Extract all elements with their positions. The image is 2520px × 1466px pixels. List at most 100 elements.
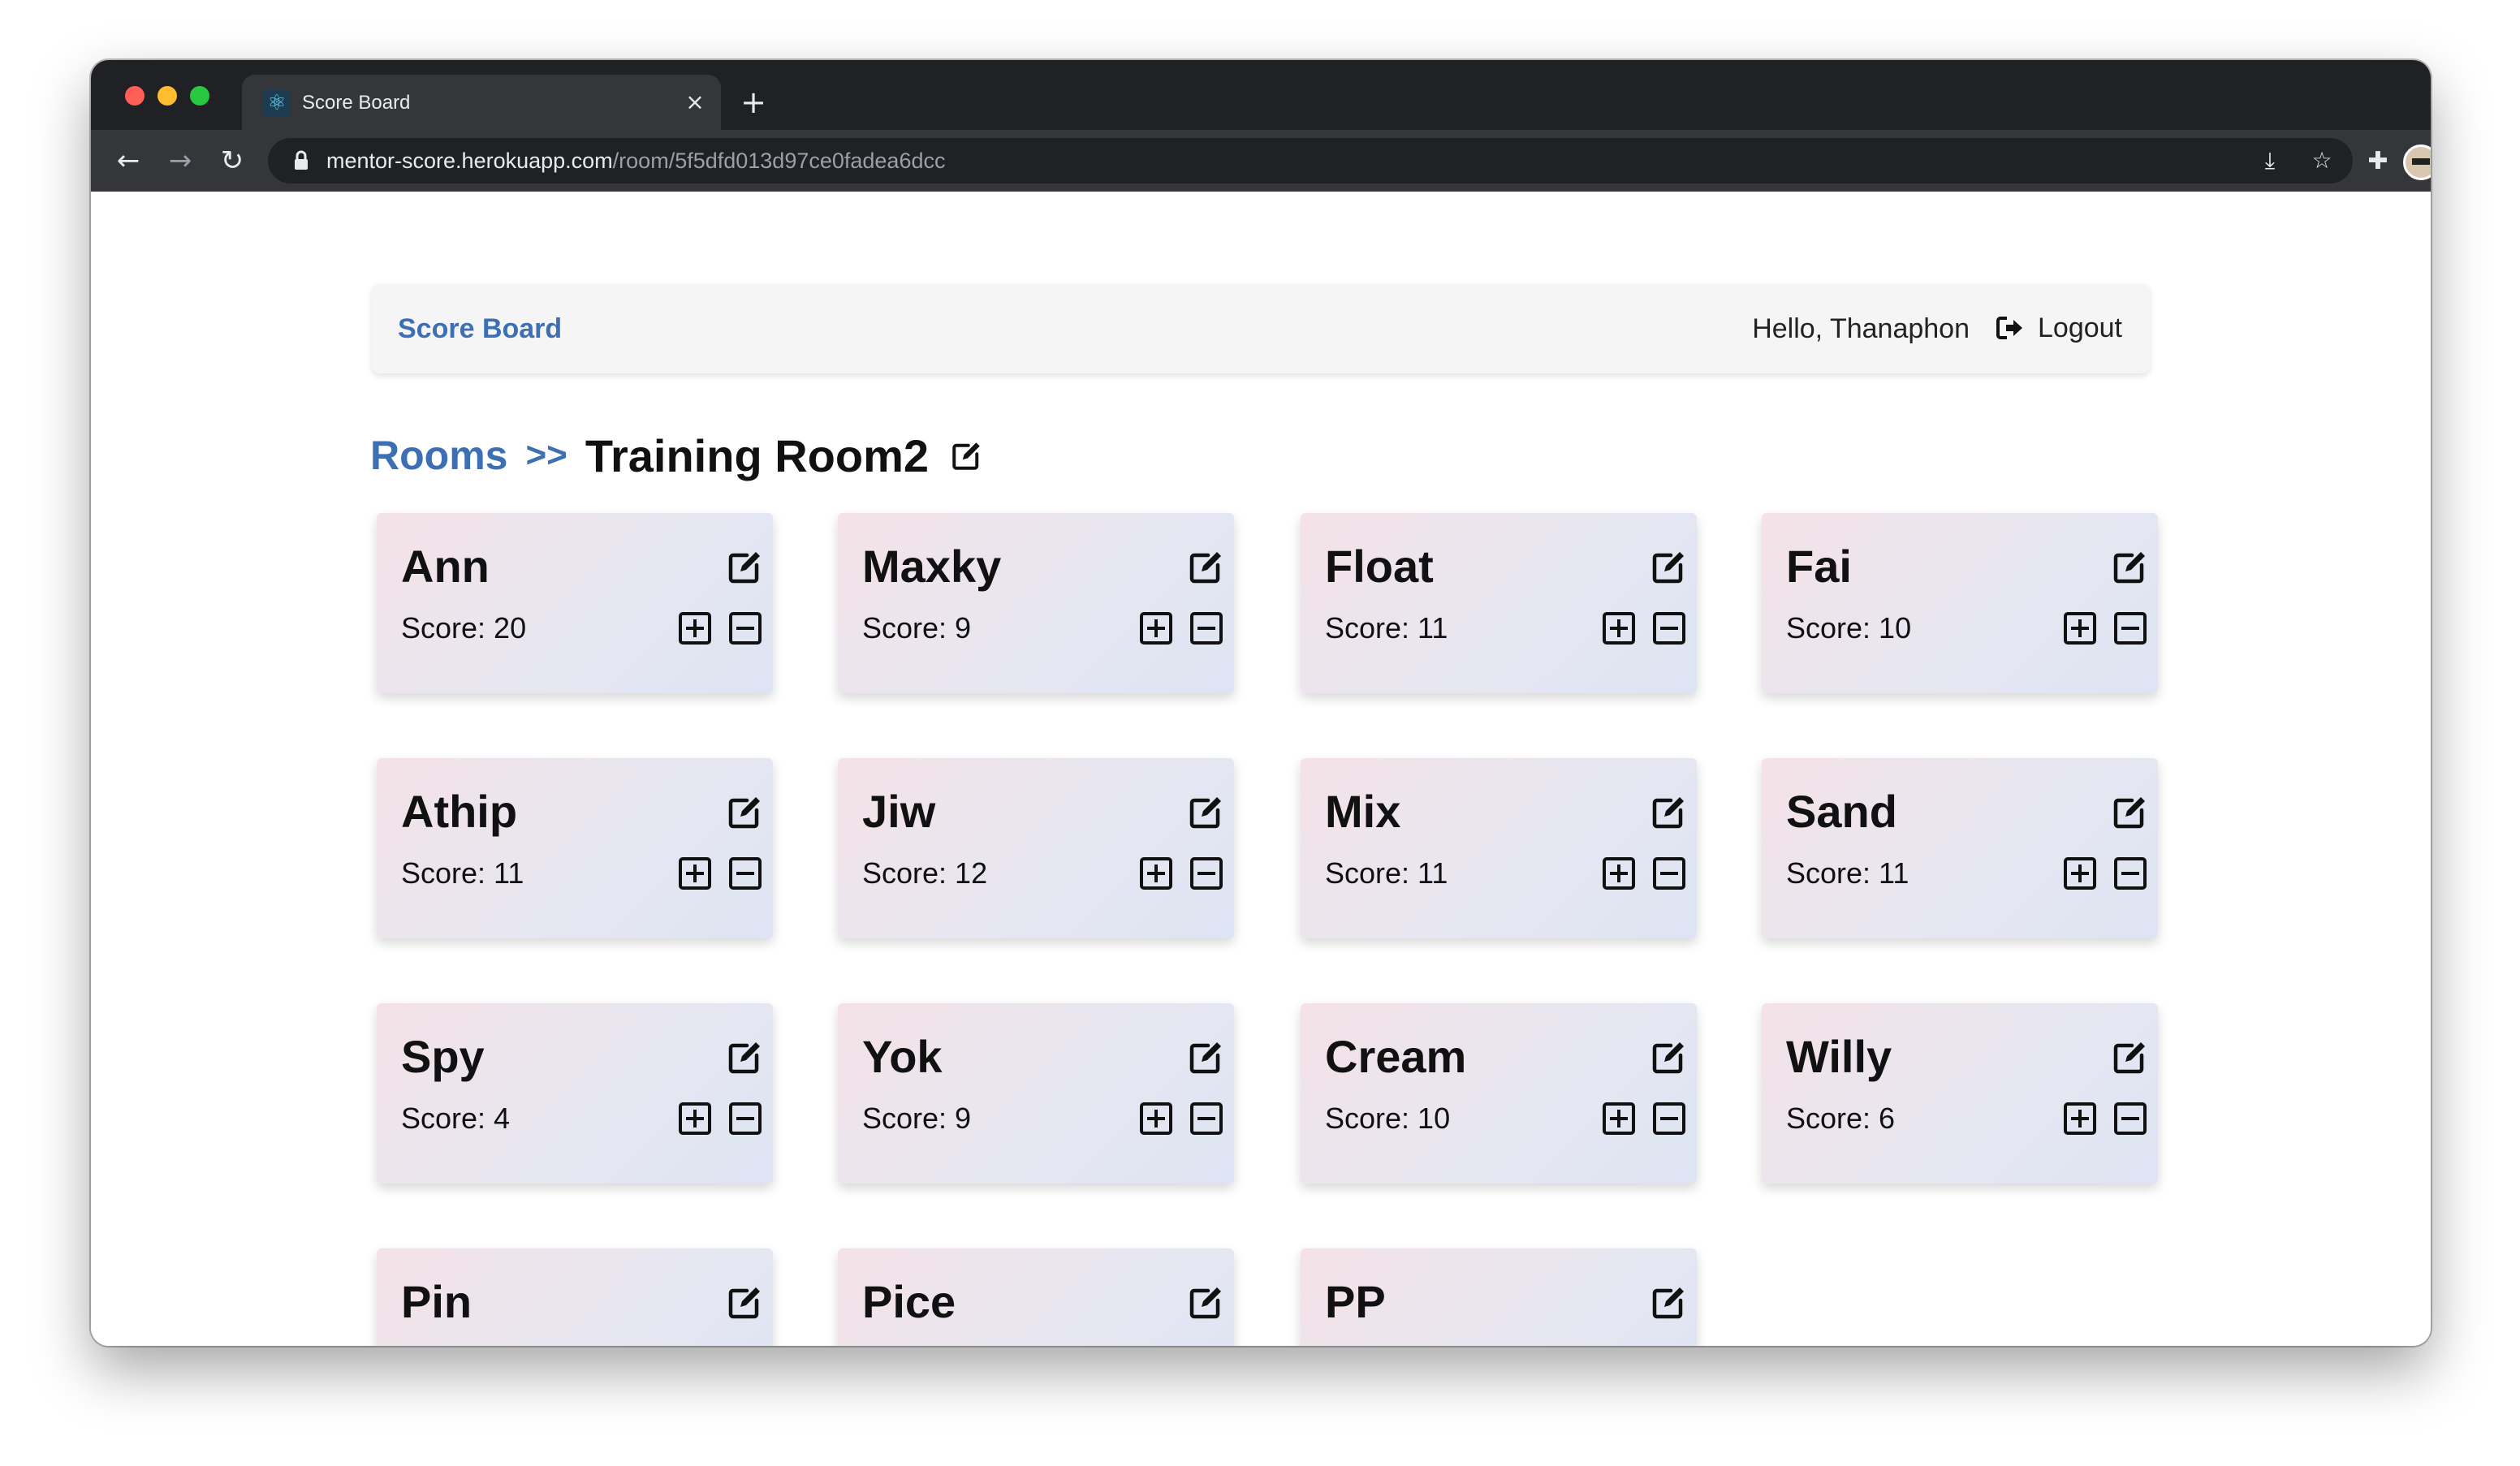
player-card: Yok Score: 9 bbox=[838, 1003, 1234, 1184]
player-score: Score: 4 bbox=[401, 1102, 511, 1135]
edit-player-icon[interactable] bbox=[2111, 792, 2150, 831]
forward-arrow-icon[interactable]: → bbox=[161, 141, 200, 180]
decrement-score-icon[interactable] bbox=[2112, 856, 2148, 891]
decrement-score-icon[interactable] bbox=[2112, 1101, 2148, 1136]
increment-score-icon[interactable] bbox=[2062, 610, 2098, 646]
browser-window: ⚛ Score Board × + ← → ↻ mentor-score.her… bbox=[91, 60, 2431, 1346]
edit-player-icon[interactable] bbox=[1650, 547, 1689, 586]
bookmark-star-icon[interactable]: ☆ bbox=[2307, 146, 2337, 175]
increment-score-icon[interactable] bbox=[1601, 1101, 1637, 1136]
player-name: Cream bbox=[1325, 1031, 1467, 1082]
edit-player-icon[interactable] bbox=[1187, 547, 1226, 586]
player-name: Ann bbox=[401, 541, 490, 592]
player-score: Score: 11 bbox=[401, 856, 524, 890]
page-content: Score Board Hello, Thanaphon Logout Room… bbox=[91, 192, 2431, 1346]
brand-link[interactable]: Score Board bbox=[398, 312, 562, 346]
browser-toolbar: ← → ↻ mentor-score.herokuapp.com/room/5f… bbox=[91, 130, 2431, 192]
player-score: Score: 11 bbox=[1325, 856, 1448, 890]
logout-label: Logout bbox=[2038, 312, 2122, 343]
decrement-score-icon[interactable] bbox=[1189, 1101, 1224, 1136]
extensions-puzzle-icon[interactable]: ✚ bbox=[2362, 146, 2393, 177]
url-path: /room/5f5dfd013d97ce0fadea6dcc bbox=[612, 149, 946, 173]
close-tab-icon[interactable]: × bbox=[680, 88, 710, 117]
increment-score-icon[interactable] bbox=[1138, 1101, 1174, 1136]
url-text: mentor-score.herokuapp.com/room/5f5dfd01… bbox=[326, 149, 945, 173]
decrement-score-icon[interactable] bbox=[2112, 610, 2148, 646]
logout-button[interactable]: Logout bbox=[1996, 308, 2122, 347]
player-card: Mix Score: 11 bbox=[1301, 758, 1697, 938]
decrement-score-icon[interactable] bbox=[1651, 610, 1687, 646]
player-name: Spy bbox=[401, 1031, 485, 1082]
edit-player-icon[interactable] bbox=[1187, 1283, 1226, 1322]
url-host: mentor-score.herokuapp.com bbox=[326, 149, 613, 173]
decrement-score-icon[interactable] bbox=[1651, 856, 1687, 891]
player-score: Score: 11 bbox=[1786, 856, 1909, 890]
increment-score-icon[interactable] bbox=[1601, 610, 1637, 646]
increment-score-icon[interactable] bbox=[677, 856, 713, 891]
edit-player-icon[interactable] bbox=[726, 1037, 765, 1076]
edit-player-icon[interactable] bbox=[1650, 1283, 1689, 1322]
decrement-score-icon[interactable] bbox=[727, 610, 763, 646]
zoom-window-button[interactable] bbox=[190, 86, 209, 106]
user-greeting: Hello, Thanaphon bbox=[1752, 313, 1970, 344]
install-app-icon[interactable]: ⤓ bbox=[2255, 146, 2285, 175]
edit-player-icon[interactable] bbox=[1650, 792, 1689, 831]
player-score: Score: 12 bbox=[862, 856, 988, 890]
tab-title: Score Board bbox=[302, 92, 411, 114]
player-card: Sand Score: 11 bbox=[1762, 758, 2158, 938]
player-name: Float bbox=[1325, 541, 1434, 592]
increment-score-icon[interactable] bbox=[2062, 1101, 2098, 1136]
player-score: Score: 6 bbox=[1786, 1102, 1896, 1135]
edit-player-icon[interactable] bbox=[1187, 792, 1226, 831]
increment-score-icon[interactable] bbox=[2062, 856, 2098, 891]
close-window-button[interactable] bbox=[125, 86, 145, 106]
increment-score-icon[interactable] bbox=[677, 610, 713, 646]
player-score: Score: 20 bbox=[401, 611, 527, 645]
player-card: Maxky Score: 9 bbox=[838, 513, 1234, 693]
edit-player-icon[interactable] bbox=[1187, 1037, 1226, 1076]
increment-score-icon[interactable] bbox=[1138, 856, 1174, 891]
edit-player-icon[interactable] bbox=[2111, 1037, 2150, 1076]
back-arrow-icon[interactable]: ← bbox=[109, 141, 148, 180]
breadcrumb: Rooms >> Training Room2 bbox=[370, 425, 984, 485]
player-name: Fai bbox=[1786, 541, 1852, 592]
player-card: Jiw Score: 12 bbox=[838, 758, 1234, 938]
decrement-score-icon[interactable] bbox=[1189, 856, 1224, 891]
player-card: Cream Score: 10 bbox=[1301, 1003, 1697, 1184]
decrement-score-icon[interactable] bbox=[1189, 610, 1224, 646]
player-card: Float Score: 11 bbox=[1301, 513, 1697, 693]
room-title: Training Room2 bbox=[585, 429, 930, 481]
decrement-score-icon[interactable] bbox=[1651, 1101, 1687, 1136]
edit-room-icon[interactable] bbox=[950, 438, 984, 472]
increment-score-icon[interactable] bbox=[1601, 856, 1637, 891]
player-name: Mix bbox=[1325, 786, 1401, 837]
player-name: Pin bbox=[401, 1276, 472, 1327]
player-score: Score: 9 bbox=[862, 611, 972, 645]
tab-score-board[interactable]: ⚛ Score Board × bbox=[242, 75, 721, 130]
edit-player-icon[interactable] bbox=[726, 792, 765, 831]
increment-score-icon[interactable] bbox=[677, 1101, 713, 1136]
address-bar[interactable]: mentor-score.herokuapp.com/room/5f5dfd01… bbox=[268, 138, 2353, 183]
minimize-window-button[interactable] bbox=[158, 86, 177, 106]
decrement-score-icon[interactable] bbox=[727, 1101, 763, 1136]
increment-score-icon[interactable] bbox=[1138, 610, 1174, 646]
reload-icon[interactable]: ↻ bbox=[213, 141, 252, 180]
profile-avatar[interactable] bbox=[2403, 144, 2431, 180]
player-score: Score: 10 bbox=[1325, 1102, 1451, 1135]
edit-player-icon[interactable] bbox=[726, 1283, 765, 1322]
edit-player-icon[interactable] bbox=[726, 547, 765, 586]
edit-player-icon[interactable] bbox=[2111, 547, 2150, 586]
player-card: PiceScore: 0 bbox=[838, 1248, 1234, 1346]
player-name: Maxky bbox=[862, 541, 1002, 592]
player-name: Sand bbox=[1786, 786, 1897, 837]
player-score: Score: 9 bbox=[862, 1102, 972, 1135]
new-tab-icon[interactable]: + bbox=[737, 86, 770, 119]
player-name: Willy bbox=[1786, 1031, 1892, 1082]
title-bar: ⚛ Score Board × + bbox=[91, 60, 2431, 130]
breadcrumb-rooms-link[interactable]: Rooms bbox=[370, 432, 507, 479]
decrement-score-icon[interactable] bbox=[727, 856, 763, 891]
player-score: Score: 11 bbox=[1325, 611, 1448, 645]
player-score: Score: 10 bbox=[1786, 611, 1912, 645]
player-card: Fai Score: 10 bbox=[1762, 513, 2158, 693]
edit-player-icon[interactable] bbox=[1650, 1037, 1689, 1076]
